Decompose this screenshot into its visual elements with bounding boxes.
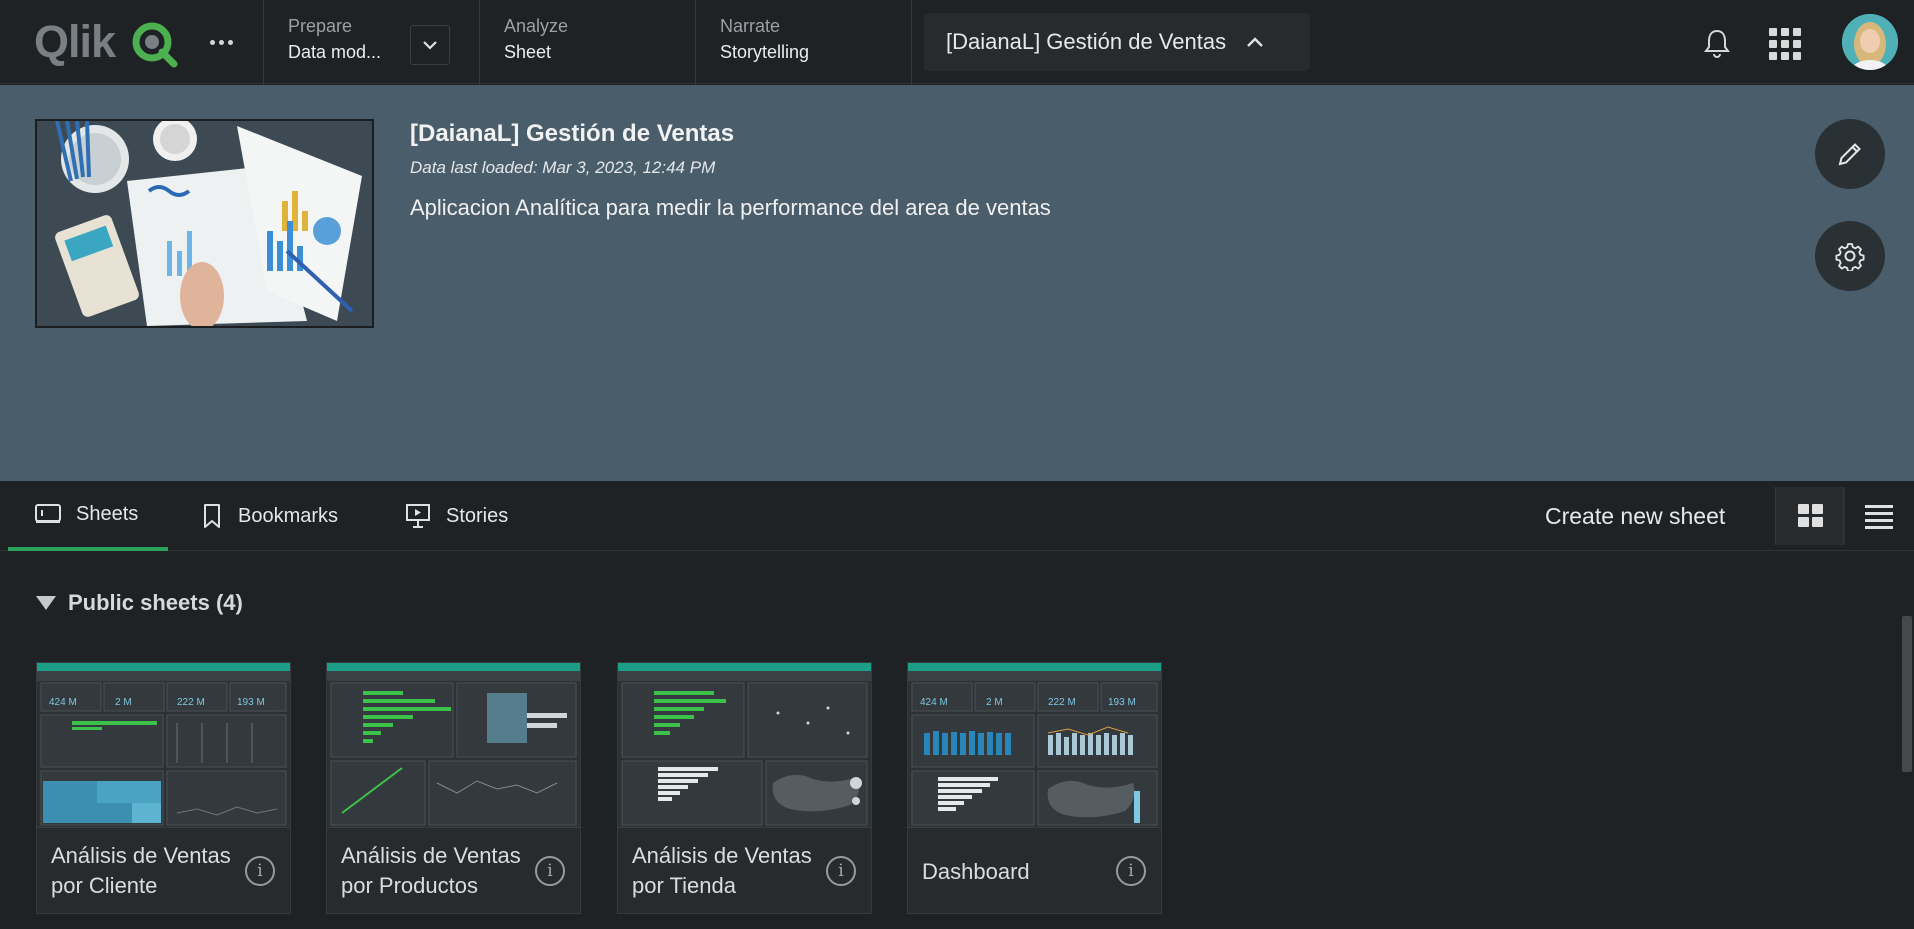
sheet-card-dashboard[interactable]: 424 M 2 M 222 M 193 M Dashboard i (907, 662, 1162, 914)
vertical-scrollbar[interactable] (1902, 616, 1912, 772)
tab-stories-label: Stories (446, 504, 509, 527)
sheet-title: Dashboard (922, 859, 1030, 884)
app-name-label: [DaianaL] Gestión de Ventas (946, 29, 1227, 54)
qlik-logo[interactable]: Qlik (34, 15, 116, 67)
user-avatar[interactable] (1842, 14, 1898, 70)
nav-narrate-value: Storytelling (720, 42, 810, 62)
sheet-preview: 424 M 2 M 222 M 193 M (37, 663, 290, 828)
sheet-preview: 424 M 2 M 222 M 193 M (908, 663, 1161, 828)
sheet-preview (618, 663, 871, 828)
tab-bookmarks-label: Bookmarks (238, 504, 339, 527)
nav-narrate[interactable]: Narrate Storytelling (695, 0, 911, 84)
nav-analyze-label: Analyze (504, 16, 569, 36)
app-name-dropdown[interactable]: [DaianaL] Gestión de Ventas (924, 13, 1310, 71)
bookmark-icon (204, 504, 220, 528)
more-options-button[interactable] (203, 28, 239, 56)
kpi-value: 2 M (986, 697, 1003, 708)
app-settings-button[interactable] (1815, 221, 1885, 291)
kpi-value: 2 M (115, 697, 132, 708)
nav-analyze-value: Sheet (504, 42, 552, 62)
kpi-value: 193 M (1108, 697, 1136, 708)
list-view-icon (1864, 505, 1893, 529)
prepare-dropdown-button[interactable] (410, 25, 450, 65)
create-new-sheet-button[interactable]: Create new sheet (1545, 481, 1725, 551)
info-icon[interactable]: i (1116, 856, 1146, 886)
collapse-triangle-icon (36, 596, 56, 610)
app-description: Aplicacion Analítica para medir la perfo… (410, 195, 1051, 220)
kpi-value: 193 M (237, 697, 265, 708)
gear-icon (1835, 243, 1865, 271)
sheet-card-tienda[interactable]: Análisis de Ventas por Tienda i (617, 662, 872, 914)
sheet-title: Análisis de Ventas por Cliente (51, 843, 231, 898)
sheet-icon (35, 504, 61, 523)
kpi-value: 424 M (49, 697, 77, 708)
chevron-down-icon (423, 41, 437, 50)
notifications-bell-icon[interactable] (1700, 26, 1734, 60)
nav-analyze[interactable]: Analyze Sheet (479, 0, 695, 84)
nav-narrate-label: Narrate (720, 16, 781, 36)
kpi-value: 222 M (177, 697, 205, 708)
qlik-q-icon (132, 22, 178, 68)
presentation-icon (406, 504, 430, 528)
public-sheets-toggle[interactable]: Public sheets (4) (36, 590, 243, 616)
kpi-value: 424 M (920, 697, 948, 708)
sheet-preview (327, 663, 580, 828)
list-view-button[interactable] (1843, 487, 1913, 545)
chevron-up-icon (1247, 36, 1263, 47)
info-icon[interactable]: i (826, 856, 856, 886)
avatar-image (1842, 14, 1898, 70)
tab-sheets[interactable]: Sheets (8, 481, 168, 551)
app-title: [DaianaL] Gestión de Ventas (410, 120, 735, 147)
kpi-value: 222 M (1048, 697, 1076, 708)
asset-tabs-bar: Sheets Bookmarks Stories Create new shee… (0, 481, 1914, 551)
apps-grid-icon[interactable] (1769, 28, 1801, 60)
tab-bookmarks[interactable]: Bookmarks (200, 481, 338, 551)
pencil-icon (1838, 143, 1861, 166)
app-header: [DaianaL] Gestión de Ventas Data last lo… (0, 85, 1914, 481)
sheet-card-productos[interactable]: Análisis de Ventas por Productos i (326, 662, 581, 914)
tab-sheets-label: Sheets (76, 502, 139, 525)
grid-view-button[interactable] (1775, 487, 1845, 545)
edit-app-details-button[interactable] (1815, 119, 1885, 189)
logo-text: Qlik (34, 15, 116, 67)
grid-view-icon (1797, 504, 1823, 527)
info-icon[interactable]: i (535, 856, 565, 886)
tab-stories[interactable]: Stories (404, 481, 508, 551)
info-icon[interactable]: i (245, 856, 275, 886)
public-sheets-title: Public sheets (4) (68, 590, 243, 615)
app-thumbnail-image (37, 121, 372, 326)
top-navigation-bar: Qlik Prepare Data mod... Analyze Sheet N… (0, 0, 1914, 84)
data-last-loaded: Data last loaded: Mar 3, 2023, 12:44 PM (410, 158, 716, 177)
sheet-card-cliente[interactable]: 424 M 2 M 222 M 193 M Análisis de Ventas… (36, 662, 291, 914)
sheet-title: Análisis de Ventas por Productos (341, 843, 521, 898)
sheet-title: Análisis de Ventas por Tienda (632, 843, 812, 898)
app-thumbnail (35, 119, 374, 328)
